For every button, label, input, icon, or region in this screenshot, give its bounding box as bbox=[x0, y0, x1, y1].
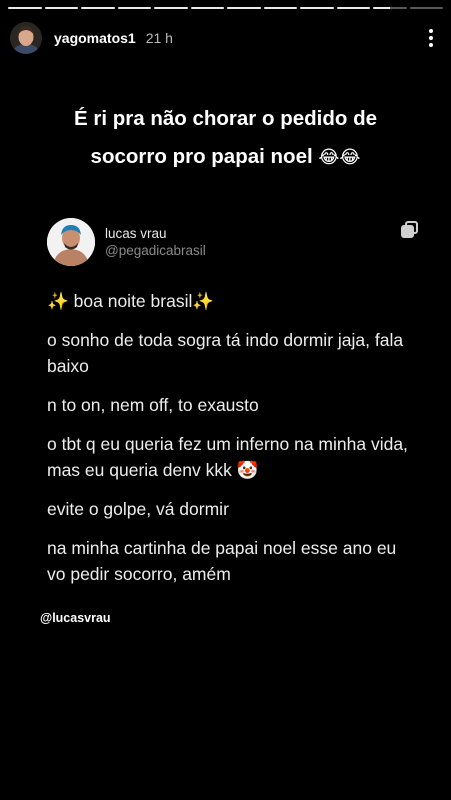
tweet-line: na minha cartinha de papai noel esse ano… bbox=[47, 535, 419, 587]
story-username[interactable]: yagomatos1 bbox=[54, 30, 136, 46]
tweet-line-text: boa noite brasil bbox=[68, 291, 193, 311]
tweet-header: lucas vrau @pegadicabrasil bbox=[47, 212, 419, 272]
caption-line-2: socorro pro papai noel 😂😂 bbox=[20, 138, 431, 176]
more-dots-icon[interactable] bbox=[421, 24, 441, 52]
tweet-author-handle: @pegadicabrasil bbox=[105, 243, 206, 258]
tweet-line-text: n to on, nem off, to exausto bbox=[47, 395, 259, 415]
tweet-line: n to on, nem off, to exausto bbox=[47, 392, 419, 418]
caption-line-1: É ri pra não chorar o pedido de bbox=[74, 107, 377, 130]
tweet-body: ✨ boa noite brasil✨ o sonho de toda sogra… bbox=[47, 288, 419, 587]
story-progress-segment bbox=[8, 7, 42, 9]
story-timestamp: 21 h bbox=[145, 30, 173, 46]
tweet-author-name: lucas vrau bbox=[105, 226, 167, 241]
story-progress-segment bbox=[373, 7, 407, 9]
mention-sticker[interactable]: @lucasvrau bbox=[40, 611, 111, 625]
story-progress-segment bbox=[263, 7, 297, 9]
story-progress-segment bbox=[190, 7, 224, 9]
profile-avatar-image bbox=[10, 22, 42, 54]
story-progress-bar bbox=[8, 7, 443, 9]
story-header: yagomatos1 21 h bbox=[10, 20, 441, 56]
tweet-line-text: o tbt q eu queria fez um inferno na minh… bbox=[47, 434, 408, 480]
story-progress-segment bbox=[117, 7, 151, 9]
caption-line-2-text: socorro pro papai noel bbox=[90, 145, 313, 168]
sparkles-emoji-icon: ✨ bbox=[47, 291, 69, 311]
tweet-line: ✨ boa noite brasil✨ bbox=[47, 288, 419, 314]
tweet-avatar-image bbox=[47, 218, 95, 266]
copy-icon[interactable] bbox=[401, 221, 419, 239]
profile-avatar[interactable] bbox=[10, 22, 42, 54]
tweet-line: o sonho de toda sogra tá indo dormir jaj… bbox=[47, 327, 419, 379]
tweet-card: lucas vrau @pegadicabrasil ✨ boa noite b… bbox=[47, 212, 419, 600]
tweet-line: evite o golpe, vá dormir bbox=[47, 496, 419, 522]
tweet-line-text: na minha cartinha de papai noel esse ano… bbox=[47, 538, 397, 584]
story-progress-segment bbox=[154, 7, 188, 9]
story-progress-segment bbox=[81, 7, 115, 9]
tweet-avatar bbox=[47, 218, 95, 266]
story-caption: É ri pra não chorar o pedido de socorro … bbox=[20, 100, 431, 176]
story-progress-segment bbox=[409, 7, 443, 9]
tweet-line-text: evite o golpe, vá dormir bbox=[47, 499, 229, 519]
tweet-author: lucas vrau @pegadicabrasil bbox=[105, 225, 206, 259]
tweet-line-text: o sonho de toda sogra tá indo dormir jaj… bbox=[47, 330, 404, 376]
clown-emoji-icon: 🤡 bbox=[236, 460, 259, 480]
sparkles-emoji-icon: ✨ bbox=[192, 291, 215, 311]
story-progress-segment bbox=[44, 7, 78, 9]
story-progress-segment bbox=[336, 7, 370, 9]
story-progress-segment bbox=[300, 7, 334, 9]
tweet-line: o tbt q eu queria fez um inferno na minh… bbox=[47, 431, 419, 483]
laughing-emoji-icon: 😂😂 bbox=[318, 147, 361, 167]
story-progress-segment bbox=[227, 7, 261, 9]
